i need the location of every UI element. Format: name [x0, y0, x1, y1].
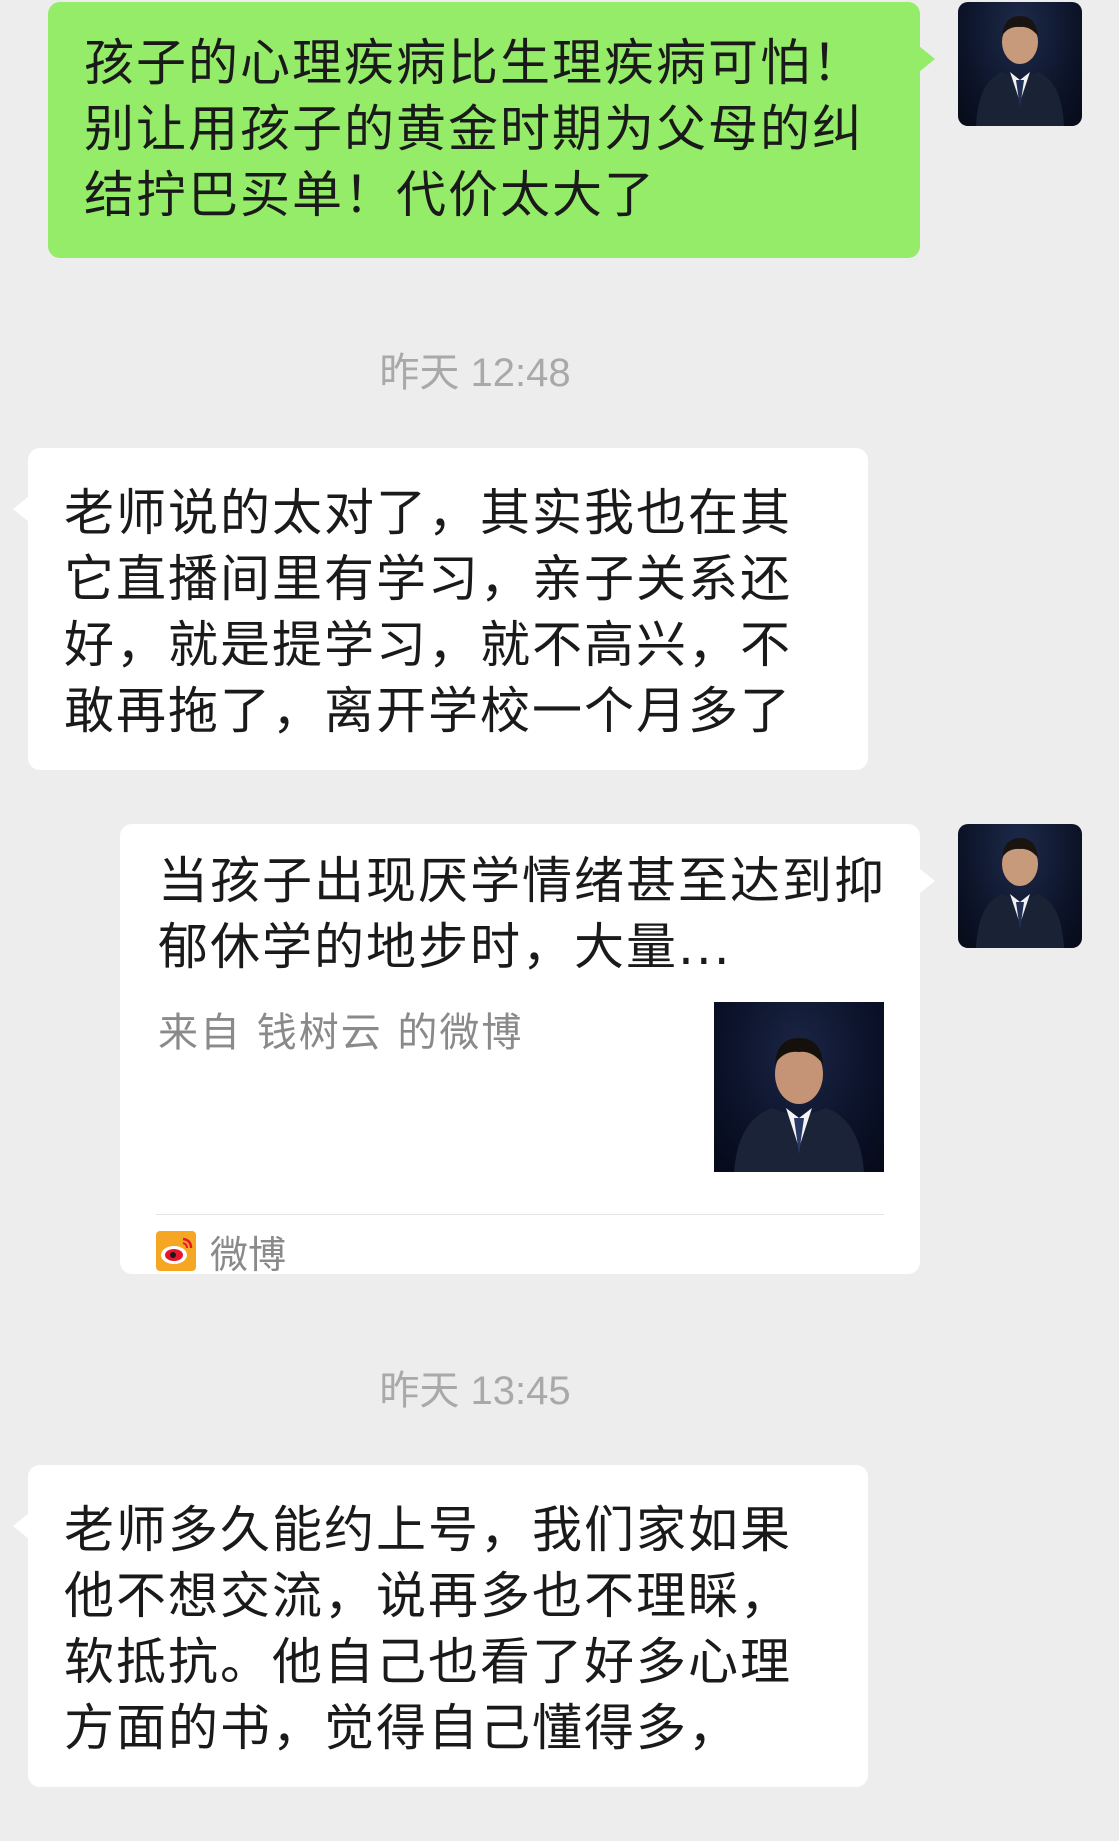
- message-text: 老师多久能约上号，我们家如果他不想交流，说再多也不理睬，软抵抗。他自己也看了好多…: [64, 1501, 792, 1757]
- weibo-logo-icon: [156, 1231, 196, 1271]
- card-footer: 微博: [156, 1226, 287, 1277]
- bubble-tail: [13, 496, 29, 522]
- message-text: 老师说的太对了，其实我也在其它直播间里有学习，亲子关系还好，就是提学习，就不高兴…: [64, 484, 792, 740]
- card-title: 当孩子出现厌学情绪甚至达到抑郁休学的地步时，大量...: [158, 852, 886, 976]
- card-thumbnail: [714, 1002, 884, 1172]
- bubble-tail: [919, 46, 935, 72]
- bubble-tail: [919, 868, 935, 894]
- received-message-bubble[interactable]: 老师说的太对了，其实我也在其它直播间里有学习，亲子关系还好，就是提学习，就不高兴…: [13, 448, 868, 770]
- card-app-name: 微博: [210, 1232, 287, 1277]
- card-source: 来自 钱树云 的微博: [158, 1010, 524, 1056]
- card-divider: [156, 1214, 884, 1215]
- person-avatar-icon: [976, 838, 1064, 948]
- message-text: 孩子的心理疾病比生理疾病可怕！别让用孩子的黄金时期为父母的纠结拧巴买单！代价太大…: [84, 34, 864, 224]
- shared-link-card[interactable]: 当孩子出现厌学情绪甚至达到抑郁休学的地步时，大量... 来自 钱树云 的微博 微…: [120, 824, 935, 1277]
- bubble-tail: [13, 1513, 29, 1539]
- sent-message-bubble[interactable]: 孩子的心理疾病比生理疾病可怕！别让用孩子的黄金时期为父母的纠结拧巴买单！代价太大…: [48, 2, 935, 258]
- avatar[interactable]: [958, 824, 1082, 948]
- timestamp: 昨天 13:45: [379, 1369, 571, 1413]
- timestamp: 昨天 12:48: [379, 351, 571, 395]
- person-avatar-icon: [976, 16, 1064, 126]
- received-message-bubble[interactable]: 老师多久能约上号，我们家如果他不想交流，说再多也不理睬，软抵抗。他自己也看了好多…: [13, 1465, 868, 1787]
- avatar[interactable]: [958, 2, 1082, 126]
- portrait-thumbnail-icon: [734, 1038, 864, 1172]
